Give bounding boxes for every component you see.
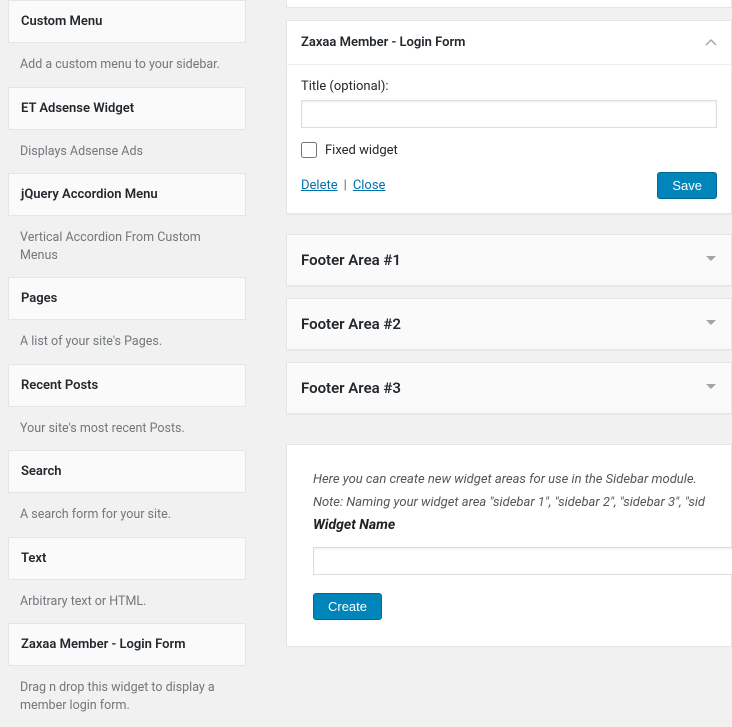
widget-area-header[interactable]: Footer Area #2 (287, 299, 731, 349)
widget-desc: Arbitrary text or HTML. (8, 580, 246, 624)
create-button[interactable]: Create (313, 593, 382, 620)
chevron-down-icon[interactable] (705, 252, 717, 268)
collapse-up-icon[interactable] (705, 37, 717, 49)
available-widget[interactable]: Custom Menu Add a custom menu to your si… (8, 0, 246, 87)
create-hint-line2: Note: Naming your widget area "sidebar 1… (313, 494, 705, 513)
widget-header[interactable]: Zaxaa Member - Login Form (287, 21, 731, 64)
widget-area-header[interactable]: Footer Area #1 (287, 235, 731, 285)
save-button[interactable]: Save (657, 172, 717, 199)
widget-desc: Drag n drop this widget to display a mem… (8, 666, 246, 727)
fixed-widget-checkbox[interactable] (301, 142, 317, 158)
fixed-widget-label: Fixed widget (325, 143, 398, 158)
title-field-input[interactable] (301, 100, 717, 128)
widget-desc: A search form for your site. (8, 493, 246, 537)
available-widget[interactable]: ET Adsense Widget Displays Adsense Ads (8, 87, 246, 174)
create-widget-area-panel: Here you can create new widget areas for… (286, 444, 732, 647)
available-widget[interactable]: Text Arbitrary text or HTML. (8, 537, 246, 624)
widget-desc: Add a custom menu to your sidebar. (8, 43, 246, 87)
widget-area-title: Footer Area #2 (301, 315, 401, 333)
widget-name-label: Widget Name (313, 517, 705, 533)
widget-body: Title (optional): Fixed widget Delete | … (287, 64, 731, 213)
widget-title[interactable]: Zaxaa Member - Login Form (8, 623, 246, 666)
available-widgets-column: Custom Menu Add a custom menu to your si… (0, 0, 256, 680)
create-hint-line1: Here you can create new widget areas for… (313, 471, 705, 490)
chevron-down-icon[interactable] (705, 380, 717, 396)
widget-area-header[interactable]: Footer Area #3 (287, 363, 731, 413)
available-widget[interactable]: Zaxaa Member - Login Form Drag n drop th… (8, 623, 246, 727)
widget-area[interactable]: Footer Area #3 (286, 362, 732, 414)
widget-title[interactable]: Pages (8, 277, 246, 320)
widget-title[interactable]: Recent Posts (8, 364, 246, 407)
chevron-down-icon[interactable] (705, 316, 717, 332)
delete-link[interactable]: Delete (301, 178, 338, 193)
sidebar-area-top-edge (286, 0, 732, 8)
widget-title[interactable]: Custom Menu (8, 0, 246, 43)
close-link[interactable]: Close (353, 178, 386, 193)
available-widget[interactable]: Recent Posts Your site's most recent Pos… (8, 364, 246, 451)
fixed-widget-row[interactable]: Fixed widget (301, 142, 717, 158)
sidebar-areas-column: Zaxaa Member - Login Form Title (optiona… (256, 0, 732, 680)
widget-desc: A list of your site's Pages. (8, 320, 246, 364)
title-field-label: Title (optional): (301, 79, 717, 94)
widget-area-title: Footer Area #1 (301, 251, 401, 269)
separator: | (344, 178, 347, 193)
widget-title[interactable]: Text (8, 537, 246, 580)
widget-title[interactable]: jQuery Accordion Menu (8, 173, 246, 216)
available-widget[interactable]: Pages A list of your site's Pages. (8, 277, 246, 364)
widget-desc: Displays Adsense Ads (8, 130, 246, 174)
widget-name-input[interactable] (313, 547, 732, 575)
available-widget[interactable]: Search A search form for your site. (8, 450, 246, 537)
placed-widget-open: Zaxaa Member - Login Form Title (optiona… (286, 20, 732, 214)
widget-area-title: Footer Area #3 (301, 379, 401, 397)
widget-title[interactable]: Search (8, 450, 246, 493)
widget-desc: Vertical Accordion From Custom Menus (8, 216, 246, 277)
widget-area[interactable]: Footer Area #1 (286, 234, 732, 286)
widget-desc: Your site's most recent Posts. (8, 407, 246, 451)
widget-header-title: Zaxaa Member - Login Form (301, 35, 466, 50)
widget-title[interactable]: ET Adsense Widget (8, 87, 246, 130)
widget-area[interactable]: Footer Area #2 (286, 298, 732, 350)
available-widget[interactable]: jQuery Accordion Menu Vertical Accordion… (8, 173, 246, 277)
widget-actions: Delete | Close Save (301, 172, 717, 199)
